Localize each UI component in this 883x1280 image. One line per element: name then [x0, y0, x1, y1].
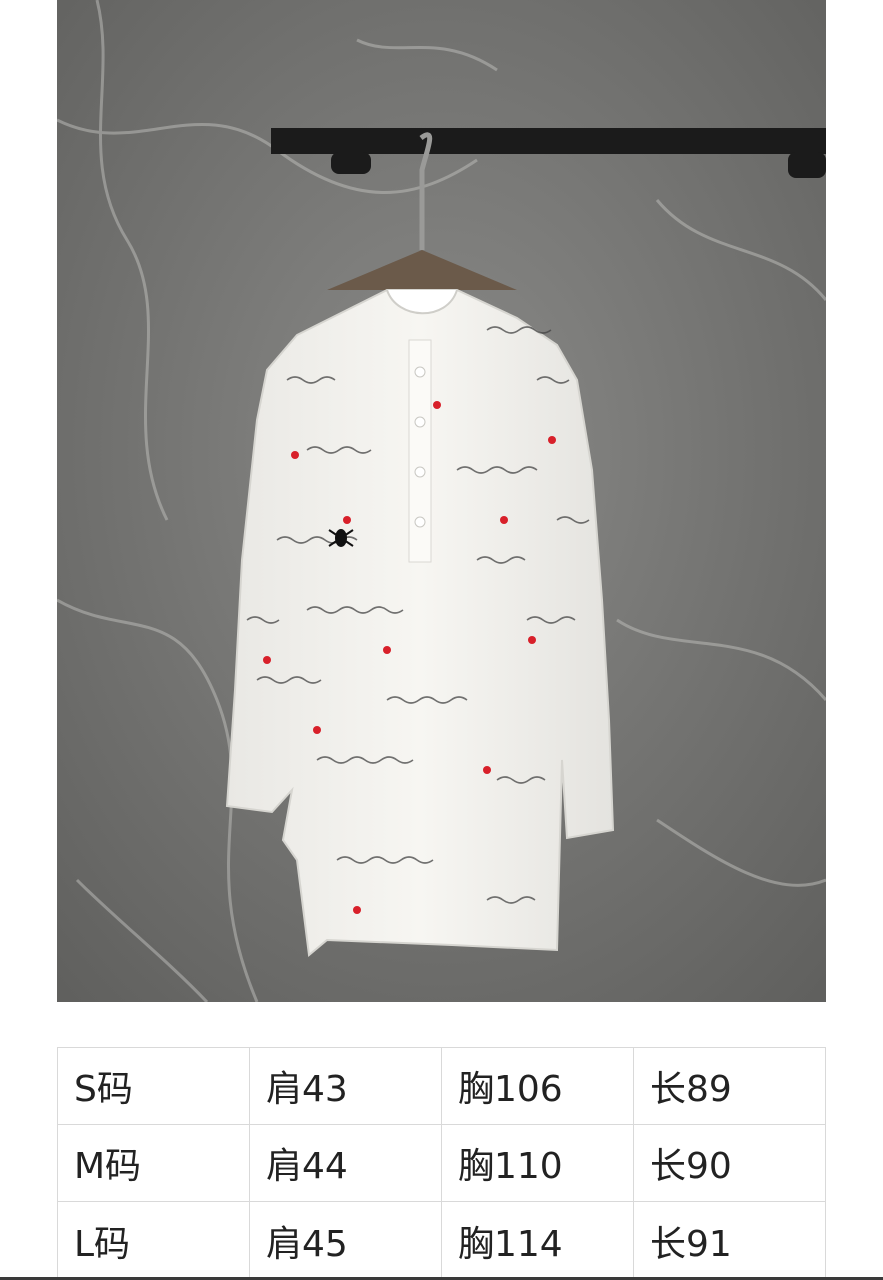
size-label-cell: M码: [57, 1124, 250, 1202]
size-label-cell: S码: [57, 1047, 250, 1125]
length-cell: 长91: [633, 1201, 826, 1280]
rail-bracket-right: [788, 152, 826, 178]
length-cell: 长90: [633, 1124, 826, 1202]
shirt-on-hanger-illustration: [57, 0, 826, 1002]
chest-cell: 胸114: [441, 1201, 634, 1280]
shoulder-cell: 肩45: [249, 1201, 442, 1280]
hanging-rail: [271, 128, 826, 154]
size-row-m: M码 肩44 胸110 长90: [57, 1124, 826, 1202]
shoulder-cell: 肩43: [249, 1047, 442, 1125]
length-cell: 长89: [633, 1047, 826, 1125]
size-row-l: L码 肩45 胸114 长91: [57, 1201, 826, 1280]
shoulder-cell: 肩44: [249, 1124, 442, 1202]
size-chart-table: S码 肩43 胸106 长89 M码 肩44 胸110 长90 L码 肩45 胸…: [57, 1047, 826, 1280]
size-label-cell: L码: [57, 1201, 250, 1280]
product-photo: [57, 0, 826, 1002]
chest-cell: 胸110: [441, 1124, 634, 1202]
size-row-s: S码 肩43 胸106 长89: [57, 1047, 826, 1125]
chest-cell: 胸106: [441, 1047, 634, 1125]
rail-bracket-left: [331, 152, 371, 174]
